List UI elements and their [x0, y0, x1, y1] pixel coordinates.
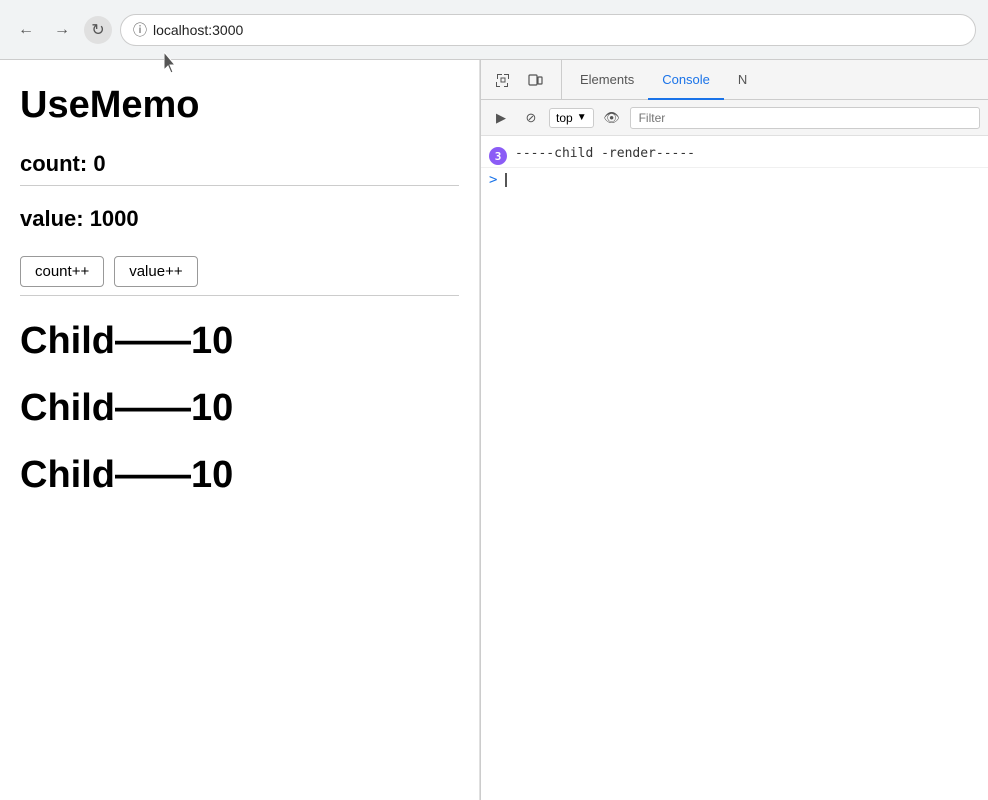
app-title: UseMemo	[20, 84, 459, 127]
info-icon: ⓘ	[133, 20, 147, 40]
buttons-row: count++ value++	[20, 256, 459, 287]
inspect-element-button[interactable]	[489, 66, 517, 94]
back-button[interactable]: ←	[12, 16, 40, 44]
child-item-3: Child——10	[20, 454, 459, 497]
clear-console-button[interactable]: ▶	[489, 106, 513, 130]
console-prompt-line[interactable]: >	[481, 168, 988, 192]
forward-button[interactable]: →	[48, 16, 76, 44]
filter-input[interactable]	[630, 107, 980, 129]
tab-network[interactable]: N	[724, 61, 761, 100]
main-layout: UseMemo count: 0 value: 1000 count++ val…	[0, 60, 988, 800]
divider-1	[20, 185, 459, 186]
block-button[interactable]: ⊘	[519, 106, 543, 130]
child-item-2: Child——10	[20, 387, 459, 430]
tab-elements[interactable]: Elements	[566, 61, 648, 100]
tab-console[interactable]: Console	[648, 61, 724, 100]
child-item-1: Child——10	[20, 320, 459, 363]
device-toolbar-button[interactable]	[521, 66, 549, 94]
devtools-panel: Elements Console N ▶ ⊘ top ▼ 👁	[480, 60, 988, 800]
app-content-area: UseMemo count: 0 value: 1000 count++ val…	[0, 60, 480, 800]
devtools-tabs-bar: Elements Console N	[481, 60, 988, 100]
context-selector[interactable]: top ▼	[549, 108, 594, 128]
browser-window: ← → ↻ ⓘ localhost:3000 UseMemo count: 0 …	[0, 0, 988, 800]
count-increment-button[interactable]: count++	[20, 256, 104, 287]
context-label: top	[556, 111, 573, 125]
chevron-down-icon: ▼	[577, 112, 587, 123]
console-cursor	[505, 173, 507, 187]
console-output: 3 -----child -render----- >	[481, 136, 988, 800]
eye-button[interactable]: 👁	[600, 106, 624, 130]
address-bar[interactable]: ⓘ localhost:3000	[120, 14, 976, 46]
browser-toolbar: ← → ↻ ⓘ localhost:3000	[0, 0, 988, 60]
reload-button[interactable]: ↻	[84, 16, 112, 44]
prompt-arrow-icon: >	[489, 172, 497, 188]
url-text: localhost:3000	[153, 22, 243, 38]
devtools-icon-bar	[489, 60, 562, 99]
console-log-text-1: -----child -render-----	[515, 146, 695, 161]
value-display: value: 1000	[20, 206, 459, 232]
value-increment-button[interactable]: value++	[114, 256, 197, 287]
count-display: count: 0	[20, 151, 459, 177]
console-count-badge: 3	[489, 147, 507, 165]
divider-2	[20, 295, 459, 296]
devtools-console-toolbar: ▶ ⊘ top ▼ 👁	[481, 100, 988, 136]
console-log-line-1: 3 -----child -render-----	[481, 144, 988, 168]
